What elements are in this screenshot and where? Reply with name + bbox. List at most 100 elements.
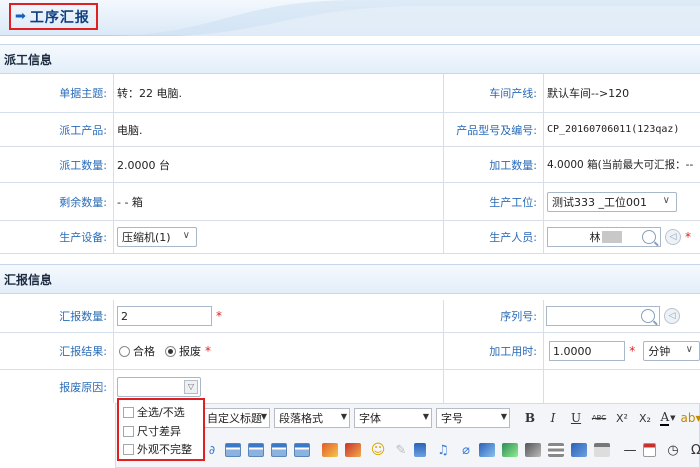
qty-label: 派工数量:	[59, 158, 107, 172]
equip-select[interactable]: 压缩机(1) ∨	[117, 227, 197, 247]
title-wave-decoration	[100, 0, 700, 36]
gallery-icon[interactable]	[345, 443, 361, 457]
font-color-button[interactable]: A ▼	[658, 408, 678, 428]
arrow-right-icon: ➡	[15, 9, 26, 24]
chevron-down-icon: ∨	[685, 344, 693, 355]
clock-icon[interactable]: ◷	[663, 440, 683, 460]
map-icon[interactable]	[479, 443, 495, 457]
checkbox-appearance[interactable]	[123, 443, 134, 455]
row-equip: 生产设备: 压缩机(1) ∨ 生产人员: 林 ◁ *	[0, 221, 700, 254]
search-icon[interactable]	[642, 230, 656, 244]
station-select-value: 测试333 _工位001	[552, 195, 647, 209]
code-icon[interactable]	[548, 443, 564, 457]
music-icon[interactable]: ♫	[433, 440, 453, 460]
staff-input-value: 林	[589, 231, 601, 244]
dropdown-item-label: 外观不完整	[137, 443, 192, 456]
dropdown-item-label: 全选/不选	[137, 406, 185, 419]
model-label: 产品型号及编号:	[456, 123, 537, 137]
time-unit-value: 分钟	[648, 345, 671, 358]
paragraph-label: 段落格式	[279, 412, 323, 425]
staff-input[interactable]: 林	[547, 227, 661, 247]
scrawl-icon[interactable]: ✎	[391, 440, 411, 460]
station-label: 生产工位:	[489, 195, 537, 209]
chevron-down-icon: ∨	[662, 194, 670, 206]
remain-label: 剩余数量:	[59, 195, 107, 209]
model-value: CP_20160706011(123qaz)	[547, 124, 680, 135]
font-color-letter: A	[660, 410, 670, 426]
result-radio-scrap[interactable]	[165, 345, 176, 357]
search-icon[interactable]	[641, 309, 655, 323]
result-radio-pass[interactable]	[119, 345, 130, 357]
chevron-down-icon: ▽	[184, 379, 198, 394]
chevron-down-icon: ∨	[182, 230, 190, 241]
caret-down-icon: ▼	[670, 414, 676, 422]
bold-button[interactable]: B	[520, 408, 540, 428]
station-select[interactable]: 测试333 _工位001 ∨	[547, 191, 677, 212]
serial-input[interactable]	[546, 306, 660, 326]
dropdown-item-size-diff[interactable]: 尺寸差异	[123, 423, 181, 439]
dispatch-section-title: 派工信息	[4, 52, 53, 67]
row-report-qty: 汇报数量: 2 * 序列号: ◁	[0, 300, 700, 333]
video-icon[interactable]	[414, 443, 426, 457]
time-input[interactable]: 1.0000	[549, 341, 626, 361]
align-justify-icon[interactable]	[294, 443, 310, 457]
link-icon[interactable]: ∂	[202, 440, 222, 460]
clear-icon[interactable]: ◁	[665, 229, 681, 245]
required-asterisk: *	[629, 344, 636, 358]
horizontal-rule-icon[interactable]: —	[620, 440, 640, 460]
checkbox-select-all[interactable]	[123, 406, 134, 418]
serial-label: 序列号:	[500, 310, 537, 323]
image-icon[interactable]	[322, 443, 338, 457]
custom-title-select[interactable]: 自定义标题 ▼	[202, 408, 270, 428]
equip-select-value: 压缩机(1)	[122, 231, 171, 244]
toolbar-row-2: ∂ ☺ ✎ ♫ ⌀ — ◷ Ω	[120, 437, 700, 463]
align-center-icon[interactable]	[248, 443, 264, 457]
date-icon[interactable]	[643, 443, 656, 457]
page-break-icon[interactable]	[594, 443, 610, 457]
row-remain: 剩余数量: - - 箱 生产工位: 测试333 _工位001 ∨	[0, 183, 700, 221]
equip-label: 生产设备:	[59, 231, 107, 244]
page-title: 工序汇报	[29, 9, 90, 26]
subject-value: 转：22 电脑.	[117, 87, 182, 100]
size-select[interactable]: 字号 ▼	[436, 408, 510, 428]
time-input-value: 1.0000	[553, 344, 592, 358]
emoticon-icon[interactable]: ☺	[368, 440, 388, 460]
row-qty: 派工数量: 2.0000 台 加工数量: 4.0000 箱(当前最大可汇报：--	[0, 147, 700, 183]
custom-title-label: 自定义标题	[207, 412, 262, 425]
align-left-icon[interactable]	[225, 443, 241, 457]
font-select[interactable]: 字体 ▼	[354, 408, 432, 428]
proc-qty-label: 加工数量:	[489, 158, 537, 172]
staff-label: 生产人员:	[489, 231, 537, 244]
dropdown-item-label: 尺寸差异	[137, 425, 181, 438]
page-title-box: ➡ 工序汇报	[9, 3, 98, 30]
frame-icon[interactable]	[525, 443, 541, 457]
checkbox-size-diff[interactable]	[123, 425, 134, 437]
highlight-color-icon[interactable]: ab▾	[681, 408, 700, 428]
gmap-icon[interactable]	[502, 443, 518, 457]
special-char-button[interactable]: Ω	[686, 440, 700, 460]
underline-button[interactable]: U	[566, 408, 586, 428]
report-qty-input[interactable]: 2	[117, 306, 212, 326]
dropdown-item-select-all[interactable]: 全选/不选	[123, 404, 185, 420]
italic-button[interactable]: I	[543, 408, 563, 428]
time-label: 加工用时:	[489, 345, 537, 358]
result-pass-label: 合格	[133, 345, 155, 358]
subscript-button[interactable]: X₂	[635, 408, 655, 428]
report-section-title: 汇报信息	[4, 272, 53, 287]
caret-down-icon: ▼	[260, 412, 267, 421]
scrap-label: 报废原因:	[59, 380, 107, 394]
strikethrough-button[interactable]: ABC	[589, 408, 609, 428]
paragraph-select[interactable]: 段落格式 ▼	[274, 408, 350, 428]
time-unit-select[interactable]: 分钟 ∨	[643, 341, 700, 361]
superscript-button[interactable]: X²	[612, 408, 632, 428]
attachment-icon[interactable]: ⌀	[456, 440, 476, 460]
result-label: 汇报结果:	[59, 345, 107, 358]
title-bar: ➡ 工序汇报	[0, 0, 700, 36]
dropdown-item-appearance[interactable]: 外观不完整	[123, 441, 192, 457]
caret-down-icon: ▼	[340, 412, 347, 421]
template-icon[interactable]	[571, 443, 587, 457]
align-right-icon[interactable]	[271, 443, 287, 457]
product-label: 派工产品:	[59, 123, 107, 137]
scrap-reason-select[interactable]: ▽	[117, 376, 201, 397]
clear-icon[interactable]: ◁	[664, 308, 680, 324]
